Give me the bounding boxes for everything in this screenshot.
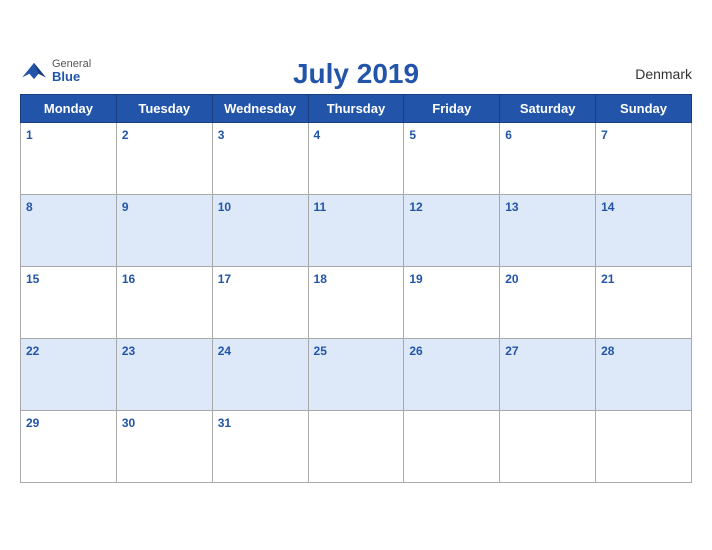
day-cell: 29 <box>21 410 117 482</box>
week-row-1: 1 2 3 4 5 6 7 <box>21 122 692 194</box>
day-cell: 13 <box>500 194 596 266</box>
header-wednesday: Wednesday <box>212 94 308 122</box>
day-cell: 15 <box>21 266 117 338</box>
day-cell: 21 <box>596 266 692 338</box>
day-cell: 16 <box>116 266 212 338</box>
day-number: 31 <box>218 416 231 430</box>
day-number: 21 <box>601 272 614 286</box>
day-number: 8 <box>26 200 33 214</box>
week-row-4: 22 23 24 25 26 27 28 <box>21 338 692 410</box>
day-number: 4 <box>314 128 321 142</box>
day-number: 1 <box>26 128 33 142</box>
day-number: 14 <box>601 200 614 214</box>
day-cell: 19 <box>404 266 500 338</box>
day-number: 3 <box>218 128 225 142</box>
day-number: 18 <box>314 272 327 286</box>
day-cell: 22 <box>21 338 117 410</box>
day-cell: 27 <box>500 338 596 410</box>
day-number: 27 <box>505 344 518 358</box>
day-number: 7 <box>601 128 608 142</box>
day-number: 17 <box>218 272 231 286</box>
week-row-2: 8 9 10 11 12 13 14 <box>21 194 692 266</box>
day-number: 11 <box>314 200 327 214</box>
day-cell: 2 <box>116 122 212 194</box>
week-row-5: 29 30 31 <box>21 410 692 482</box>
day-number: 22 <box>26 344 39 358</box>
day-cell: 6 <box>500 122 596 194</box>
day-cell: 4 <box>308 122 404 194</box>
day-cell: 3 <box>212 122 308 194</box>
day-number: 24 <box>218 344 231 358</box>
day-number: 2 <box>122 128 129 142</box>
day-cell: 31 <box>212 410 308 482</box>
day-number: 28 <box>601 344 614 358</box>
day-number: 6 <box>505 128 512 142</box>
day-cell: 7 <box>596 122 692 194</box>
day-number: 16 <box>122 272 135 286</box>
day-cell: 1 <box>21 122 117 194</box>
day-cell: 28 <box>596 338 692 410</box>
week-row-3: 15 16 17 18 19 20 21 <box>21 266 692 338</box>
header-saturday: Saturday <box>500 94 596 122</box>
calendar-wrapper: General Blue July 2019 Denmark Monday Tu… <box>0 48 712 503</box>
day-cell <box>500 410 596 482</box>
day-number: 12 <box>409 200 422 214</box>
header-thursday: Thursday <box>308 94 404 122</box>
country-label: Denmark <box>635 66 692 82</box>
logo-general: General <box>52 58 91 70</box>
day-number: 19 <box>409 272 422 286</box>
day-cell: 26 <box>404 338 500 410</box>
day-cell: 9 <box>116 194 212 266</box>
logo-bird-icon <box>20 61 48 81</box>
day-number: 26 <box>409 344 422 358</box>
day-number: 10 <box>218 200 231 214</box>
day-cell: 25 <box>308 338 404 410</box>
day-cell: 14 <box>596 194 692 266</box>
day-number: 9 <box>122 200 129 214</box>
weekday-header-row: Monday Tuesday Wednesday Thursday Friday… <box>21 94 692 122</box>
day-number: 25 <box>314 344 327 358</box>
day-number: 5 <box>409 128 416 142</box>
logo: General Blue <box>20 58 91 84</box>
day-cell: 12 <box>404 194 500 266</box>
header-sunday: Sunday <box>596 94 692 122</box>
day-number: 23 <box>122 344 135 358</box>
calendar-title: July 2019 <box>293 58 419 90</box>
day-cell: 8 <box>21 194 117 266</box>
day-number: 30 <box>122 416 135 430</box>
calendar-table: Monday Tuesday Wednesday Thursday Friday… <box>20 94 692 483</box>
day-number: 20 <box>505 272 518 286</box>
logo-text: General Blue <box>52 58 91 84</box>
day-number: 15 <box>26 272 39 286</box>
day-cell: 5 <box>404 122 500 194</box>
day-cell: 10 <box>212 194 308 266</box>
day-cell <box>596 410 692 482</box>
header-monday: Monday <box>21 94 117 122</box>
day-cell: 11 <box>308 194 404 266</box>
header-friday: Friday <box>404 94 500 122</box>
header-tuesday: Tuesday <box>116 94 212 122</box>
day-cell <box>404 410 500 482</box>
day-cell: 24 <box>212 338 308 410</box>
calendar-header: General Blue July 2019 Denmark <box>20 58 692 90</box>
logo-blue: Blue <box>52 70 91 84</box>
day-number: 29 <box>26 416 39 430</box>
day-cell: 17 <box>212 266 308 338</box>
day-cell: 30 <box>116 410 212 482</box>
day-number: 13 <box>505 200 518 214</box>
day-cell: 23 <box>116 338 212 410</box>
day-cell <box>308 410 404 482</box>
day-cell: 18 <box>308 266 404 338</box>
day-cell: 20 <box>500 266 596 338</box>
